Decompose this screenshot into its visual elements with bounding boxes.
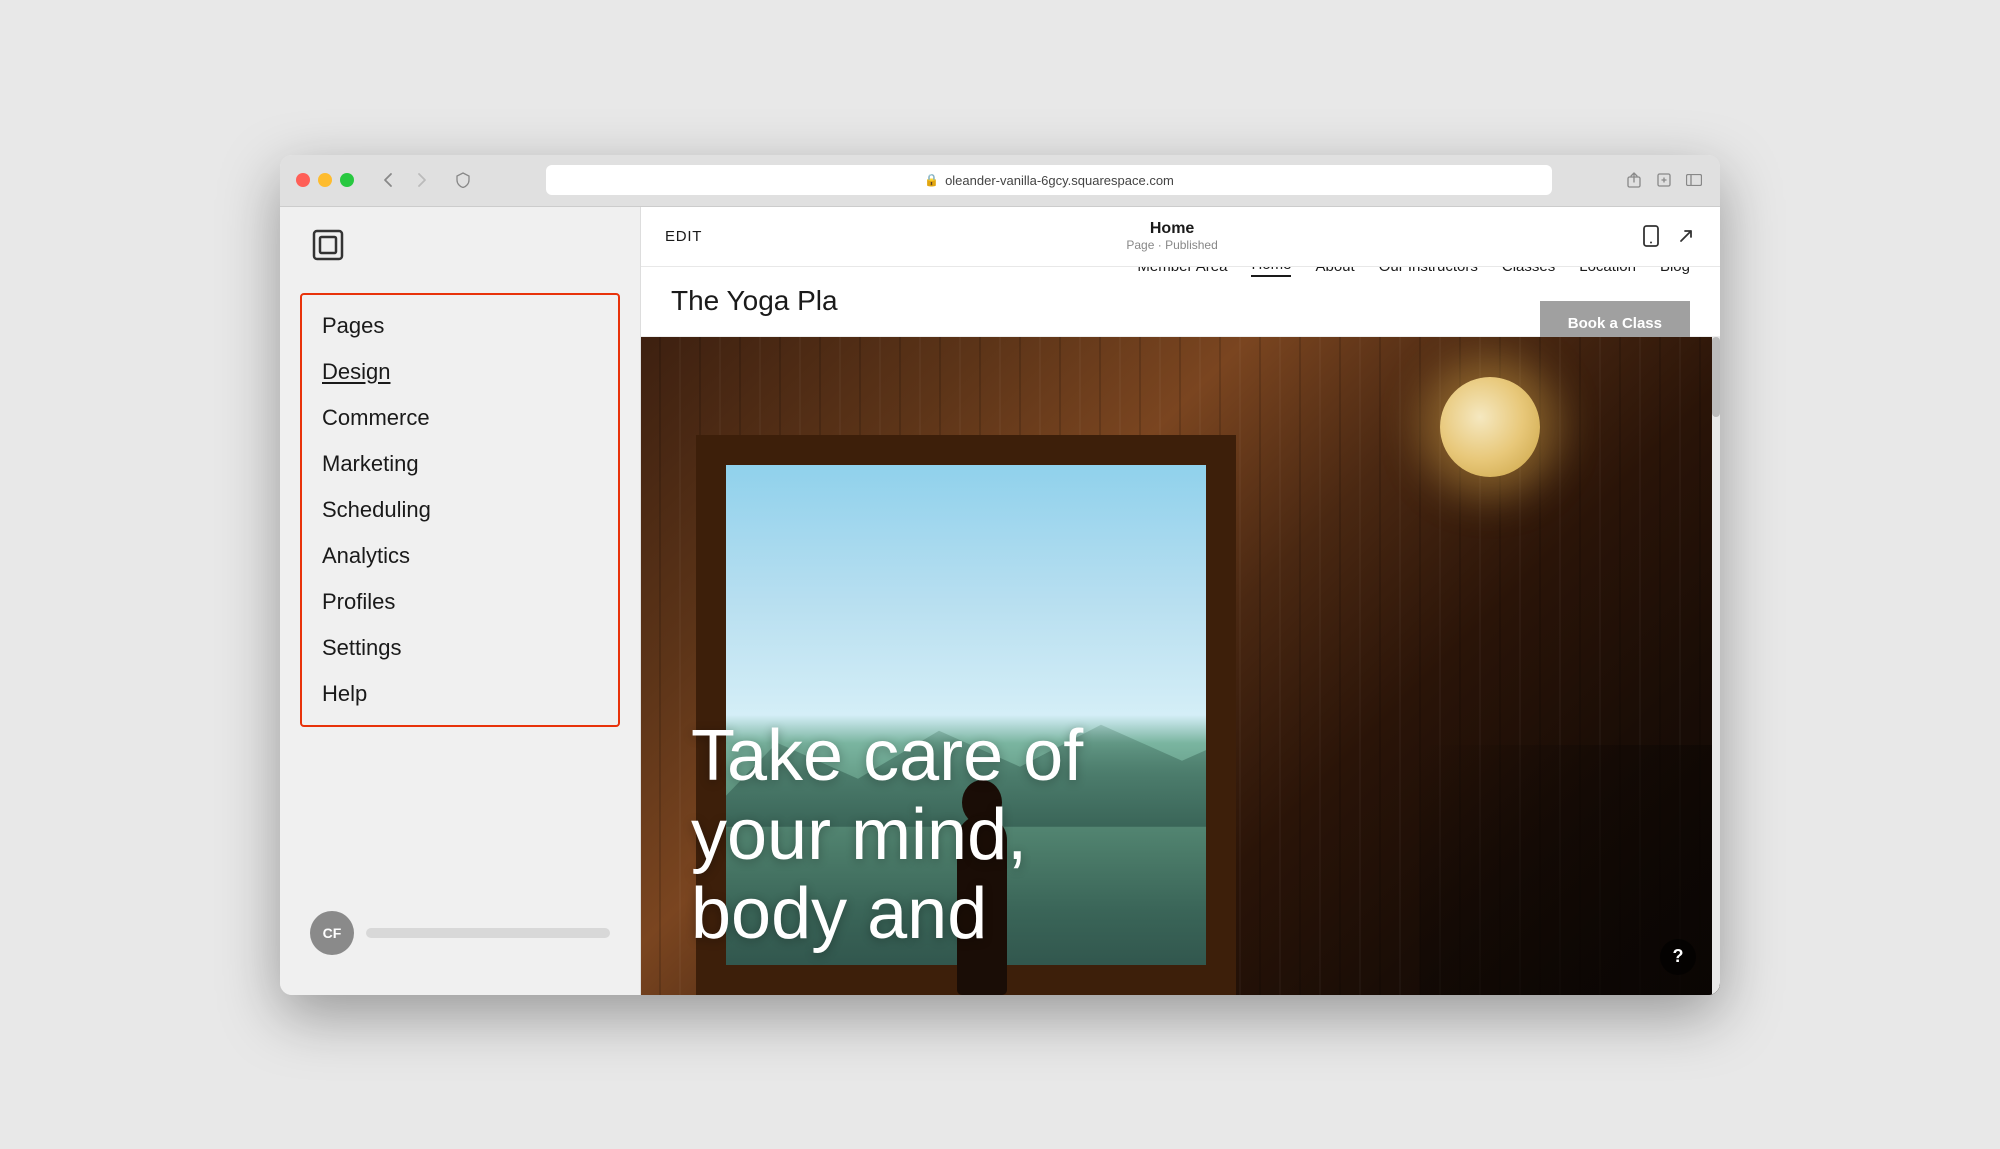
page-info: Home Page · Published [702,220,1642,252]
external-link-icon[interactable] [1676,226,1696,246]
sidebar: Pages Design Commerce Marketing Scheduli… [280,207,640,995]
hero-section: Take care of your mind, body and ? [641,337,1720,995]
sidebar-bottom: CF [280,891,640,975]
nav-link-about[interactable]: About [1315,267,1354,276]
scrollbar[interactable] [1712,337,1720,995]
sidebar-item-design[interactable]: Design [302,349,618,395]
page-status: Page · Published [702,238,1642,252]
mac-window: 🔒 oleander-vanilla-6gcy.squarespace.com [280,155,1720,995]
mobile-preview-icon[interactable] [1642,225,1660,247]
title-bar: 🔒 oleander-vanilla-6gcy.squarespace.com [280,155,1720,207]
close-button[interactable] [296,173,310,187]
editor-bar: EDIT Home Page · Published [641,207,1720,267]
user-avatar[interactable]: CF [310,911,354,955]
nav-link-home[interactable]: Home [1251,267,1291,278]
nav-link-location[interactable]: Location [1579,267,1636,276]
sidebar-item-analytics[interactable]: Analytics [302,533,618,579]
lamp-globe [1440,377,1540,477]
user-info-bar [366,928,610,938]
browser-nav-buttons [374,169,436,191]
nav-menu-box: Pages Design Commerce Marketing Scheduli… [300,293,620,727]
forward-button[interactable] [408,169,436,191]
hero-line-3: body and [691,875,1083,954]
lock-icon: 🔒 [924,173,939,187]
maximize-button[interactable] [340,173,354,187]
sidebar-item-commerce[interactable]: Commerce [302,395,618,441]
website-preview: The Yoga Pla Member Area Home About Our … [641,267,1720,995]
title-bar-actions [1624,170,1704,190]
share-icon[interactable] [1624,170,1644,190]
nav-menu: Pages Design Commerce Marketing Scheduli… [280,293,640,891]
minimize-button[interactable] [318,173,332,187]
squarespace-logo [310,227,346,263]
nav-link-member-area[interactable]: Member Area [1137,267,1227,276]
editor-icons [1642,225,1696,247]
sidebar-item-pages[interactable]: Pages [302,303,618,349]
sidebar-item-scheduling[interactable]: Scheduling [302,487,618,533]
new-tab-icon[interactable] [1654,170,1674,190]
sidebar-item-profiles[interactable]: Profiles [302,579,618,625]
traffic-lights [296,173,354,187]
main-content: Pages Design Commerce Marketing Scheduli… [280,207,1720,995]
edit-button[interactable]: EDIT [665,228,702,245]
sidebar-logo[interactable] [280,227,640,293]
hero-headline: Take care of your mind, body and [691,717,1083,955]
nav-link-our-instructors[interactable]: Our Instructors [1379,267,1478,276]
hero-text: Take care of your mind, body and [641,677,1133,995]
site-nav-links: Member Area Home About Our Instructors C… [1070,267,1690,347]
site-navbar: The Yoga Pla Member Area Home About Our … [641,267,1720,337]
url-bar[interactable]: 🔒 oleander-vanilla-6gcy.squarespace.com [546,165,1552,195]
site-logo-text: The Yoga Pla [671,285,838,317]
sidebar-toggle-icon[interactable] [1684,170,1704,190]
sidebar-item-marketing[interactable]: Marketing [302,441,618,487]
hero-line-2: your mind, [691,796,1083,875]
security-icon [452,169,474,191]
sidebar-item-settings[interactable]: Settings [302,625,618,671]
back-button[interactable] [374,169,402,191]
nav-link-blog[interactable]: Blog [1660,267,1690,276]
sidebar-item-help[interactable]: Help [302,671,618,717]
hero-line-1: Take care of [691,717,1083,796]
url-text: oleander-vanilla-6gcy.squarespace.com [945,173,1174,188]
browser-pane: EDIT Home Page · Published [640,207,1720,995]
page-title: Home [702,220,1642,238]
scroll-thumb[interactable] [1712,337,1720,417]
help-button[interactable]: ? [1660,939,1696,975]
nav-link-classes[interactable]: Classes [1502,267,1555,276]
